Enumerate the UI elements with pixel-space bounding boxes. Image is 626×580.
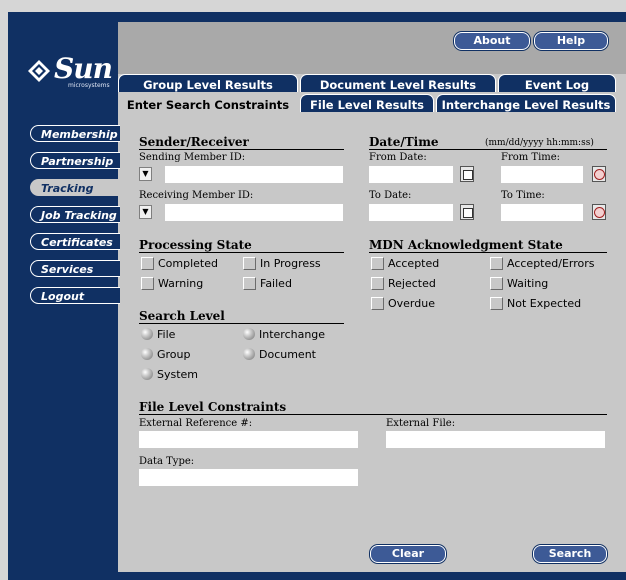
nav-membership[interactable]: Membership [30,125,120,142]
sender-receiver-heading: Sender/Receiver [139,135,344,150]
from-time-input[interactable] [501,166,583,183]
from-date-input[interactable] [369,166,453,183]
tab-document-level-results[interactable]: Document Level Results [300,74,496,92]
search-level-heading: Search Level [139,309,344,324]
help-button[interactable]: Help [534,32,608,50]
nav-certificates[interactable]: Certificates [30,233,120,250]
group-radio[interactable] [141,348,153,360]
receiving-member-dropdown[interactable]: ▼ [139,205,152,219]
accepted-label: Accepted [388,257,440,270]
sun-logo: Sun microsystems [28,52,113,94]
warning-checkbox[interactable] [141,277,154,290]
tab-interchange-level-results[interactable]: Interchange Level Results [436,94,616,112]
to-time-label: To Time: [501,190,545,201]
document-radio[interactable] [243,348,255,360]
to-date-label: To Date: [369,190,412,201]
overdue-checkbox[interactable] [371,297,384,310]
tab-enter-search-constraints[interactable]: Enter Search Constraints [118,94,298,112]
waiting-checkbox[interactable] [490,277,503,290]
nav-job-tracking[interactable]: Job Tracking [30,206,120,223]
nav-tracking[interactable]: Tracking [30,179,120,196]
from-date-label: From Date: [369,152,427,163]
nav-partnership[interactable]: Partnership [30,152,120,169]
nav-services[interactable]: Services [30,260,120,277]
file-radio[interactable] [141,328,153,340]
group-radio-label: Group [157,348,191,361]
rejected-label: Rejected [388,277,436,290]
accepted-errors-label: Accepted/Errors [507,257,595,270]
tab-event-log[interactable]: Event Log [498,74,616,92]
completed-checkbox[interactable] [141,257,154,270]
external-file-input[interactable] [386,431,605,448]
rejected-checkbox[interactable] [371,277,384,290]
system-radio[interactable] [141,368,153,380]
sending-member-label: Sending Member ID: [139,152,246,163]
from-time-clock-icon[interactable] [592,166,606,182]
file-level-constraints-heading: File Level Constraints [139,400,607,415]
sun-logo-icon [28,60,50,82]
external-reference-label: External Reference #: [139,418,253,429]
in-progress-checkbox[interactable] [243,257,256,270]
warning-label: Warning [158,277,204,290]
document-radio-label: Document [259,348,316,361]
waiting-label: Waiting [507,277,549,290]
sending-member-input[interactable] [165,166,343,183]
external-reference-input[interactable] [139,431,358,448]
system-radio-label: System [157,368,199,381]
in-progress-label: In Progress [260,257,321,270]
interchange-radio-label: Interchange [259,328,326,341]
failed-checkbox[interactable] [243,277,256,290]
sending-member-dropdown[interactable]: ▼ [139,167,152,181]
not-expected-label: Not Expected [507,297,582,310]
receiving-member-label: Receiving Member ID: [139,190,254,201]
receiving-member-input[interactable] [165,204,343,221]
interchange-radio[interactable] [243,328,255,340]
clear-button[interactable]: Clear [370,545,446,563]
date-time-title: Date/Time [369,135,439,149]
tab-file-level-results[interactable]: File Level Results [300,94,434,112]
not-expected-checkbox[interactable] [490,297,503,310]
to-time-clock-icon[interactable] [592,204,606,220]
from-time-label: From Time: [501,152,561,163]
search-button[interactable]: Search [533,545,607,563]
tab-group-level-results[interactable]: Group Level Results [118,74,298,92]
accepted-errors-checkbox[interactable] [490,257,503,270]
to-date-calendar-icon[interactable] [460,204,474,220]
accepted-checkbox[interactable] [371,257,384,270]
logo-wordmark: Sun [54,52,113,85]
failed-label: Failed [260,277,292,290]
to-time-input[interactable] [501,204,583,221]
date-time-format: (mm/dd/yyyy hh:mm:ss) [485,138,594,148]
processing-state-heading: Processing State [139,238,344,253]
external-file-label: External File: [386,418,456,429]
file-radio-label: File [157,328,176,341]
data-type-label: Data Type: [139,456,195,467]
overdue-label: Overdue [388,297,435,310]
mdn-state-heading: MDN Acknowledgment State [369,238,607,253]
about-button[interactable]: About [454,32,530,50]
completed-label: Completed [158,257,218,270]
to-date-input[interactable] [369,204,453,221]
from-date-calendar-icon[interactable] [460,166,474,182]
nav-logout[interactable]: Logout [30,287,120,304]
logo-subtitle: microsystems [68,82,110,89]
data-type-input[interactable] [139,469,358,486]
